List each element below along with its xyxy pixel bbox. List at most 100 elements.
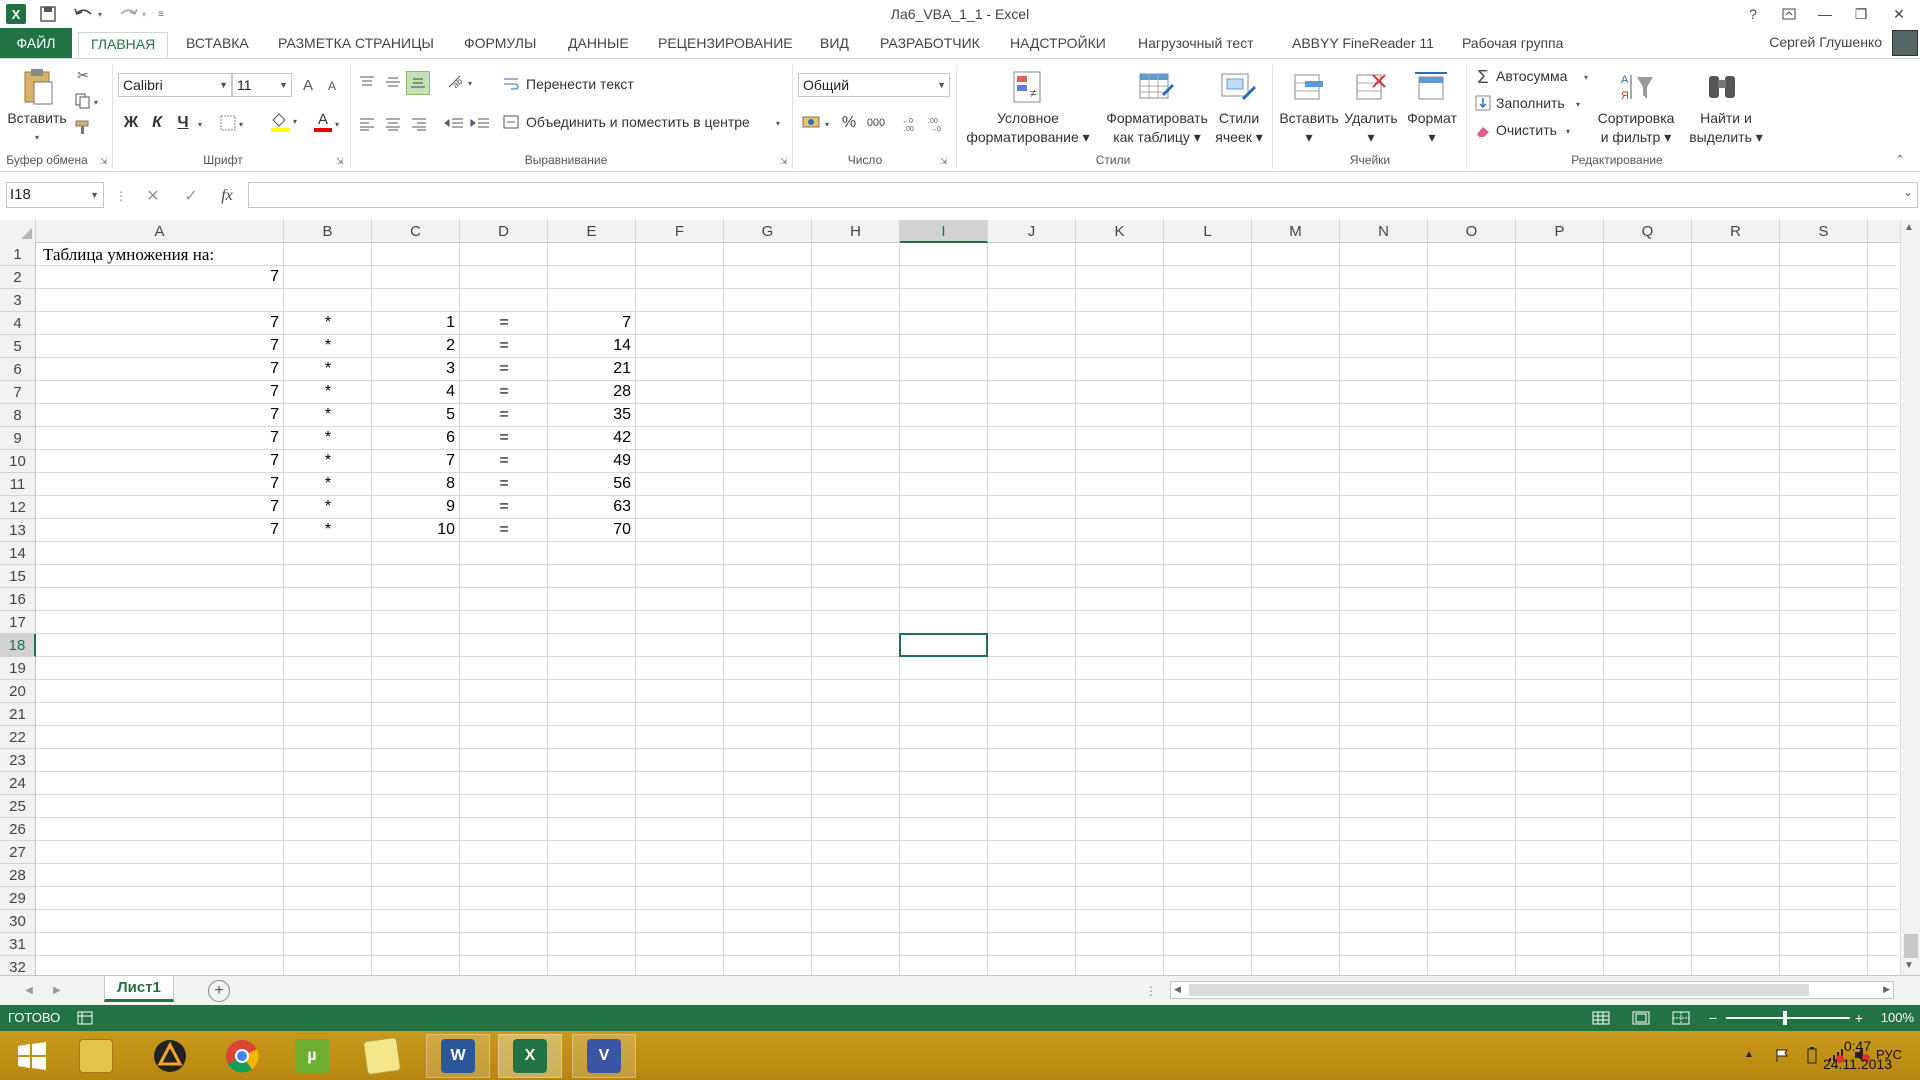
cell-d6[interactable]: = — [460, 360, 548, 378]
row-header-14[interactable]: 14 — [0, 542, 36, 565]
cell-b13[interactable]: * — [284, 521, 372, 539]
wrap-text-button[interactable]: Перенести текст — [526, 76, 634, 92]
active-cell-selection[interactable] — [899, 633, 988, 657]
clear-dropdown-icon[interactable]: ▾ — [1562, 123, 1574, 139]
row-header-13[interactable]: 13 — [0, 519, 36, 542]
alignment-launcher-icon[interactable]: ⇲ — [780, 156, 788, 167]
autosum-icon[interactable]: Σ — [1474, 67, 1492, 87]
cell-area[interactable]: Таблица умножения на: 7 7 * 1 = 7 7 * 2 = 14 7 * 3 = 21… — [36, 243, 1898, 975]
paste-icon[interactable] — [18, 65, 58, 107]
paste-button[interactable]: Вставить — [4, 109, 70, 128]
column-header-e[interactable]: E — [548, 220, 636, 243]
cell-d8[interactable]: = — [460, 406, 548, 424]
cell-c5[interactable]: 2 — [372, 337, 458, 355]
underline-dropdown-icon[interactable]: ▾ — [194, 115, 206, 133]
underline-button[interactable]: Ч — [172, 111, 194, 135]
font-color-dropdown-icon[interactable]: ▾ — [332, 115, 342, 133]
column-header-r[interactable]: R — [1692, 220, 1780, 243]
cell-b8[interactable]: * — [284, 406, 372, 424]
clear-icon[interactable] — [1474, 121, 1492, 141]
cell-d5[interactable]: = — [460, 337, 548, 355]
row-header-2[interactable]: 2 — [0, 266, 36, 289]
tab-page-layout[interactable]: РАЗМЕТКА СТРАНИЦЫ — [276, 32, 436, 58]
start-button[interactable] — [0, 1034, 64, 1078]
cell-a10[interactable]: 7 — [36, 452, 282, 470]
decrease-decimal-icon[interactable]: ,00 →0 — [926, 111, 950, 135]
italic-button[interactable]: К — [146, 111, 168, 135]
column-header-p[interactable]: P — [1516, 220, 1604, 243]
name-box[interactable]: I18 ▼ — [6, 182, 104, 208]
next-sheet-icon[interactable]: ▶ — [50, 982, 64, 998]
tab-developer[interactable]: РАЗРАБОТЧИК — [878, 32, 982, 58]
fill-button[interactable]: Заполнить — [1496, 95, 1565, 111]
increase-decimal-icon[interactable]: ←0,00 — [900, 111, 924, 135]
conditional-formatting-icon[interactable]: ≠ — [1010, 67, 1046, 107]
scroll-up-icon[interactable]: ▲ — [1904, 222, 1914, 233]
find-select-icon[interactable] — [1702, 67, 1742, 107]
tab-review[interactable]: РЕЦЕНЗИРОВАНИЕ — [656, 32, 795, 58]
column-header-b[interactable]: B — [284, 220, 372, 243]
add-sheet-button[interactable]: + — [208, 980, 230, 1002]
tab-view[interactable]: ВИД — [818, 32, 851, 58]
cell-e6[interactable]: 21 — [548, 360, 634, 378]
row-header-19[interactable]: 19 — [0, 657, 36, 680]
align-middle-icon[interactable] — [382, 71, 404, 93]
cell-a2[interactable]: 7 — [36, 268, 282, 286]
align-right-icon[interactable] — [408, 113, 430, 135]
cell-c12[interactable]: 9 — [372, 498, 458, 516]
column-header-a[interactable]: A — [36, 220, 284, 243]
accounting-format-icon[interactable]: ▾ — [800, 111, 836, 135]
cell-c8[interactable]: 5 — [372, 406, 458, 424]
row-header-10[interactable]: 10 — [0, 450, 36, 473]
help-button[interactable]: ? — [1736, 0, 1770, 28]
cell-a11[interactable]: 7 — [36, 475, 282, 493]
cell-d11[interactable]: = — [460, 475, 548, 493]
cut-icon[interactable]: ✂ — [72, 65, 94, 85]
user-name[interactable]: Сергей Глушенко — [1769, 34, 1882, 50]
row-header-21[interactable]: 21 — [0, 703, 36, 726]
scroll-left-icon[interactable]: ◀ — [1174, 984, 1181, 995]
insert-function-icon[interactable]: fx — [214, 184, 240, 208]
minimize-button[interactable]: — — [1808, 0, 1842, 28]
format-as-table-button[interactable]: Форматировать как таблицу ▾ — [1094, 109, 1220, 147]
tab-data[interactable]: ДАННЫЕ — [566, 32, 631, 58]
cell-d7[interactable]: = — [460, 383, 548, 401]
increase-indent-icon[interactable] — [468, 113, 492, 135]
autosum-dropdown-icon[interactable]: ▾ — [1580, 69, 1592, 85]
column-header-i[interactable]: I — [900, 220, 988, 243]
format-cells-icon[interactable] — [1412, 67, 1450, 107]
cell-d4[interactable]: = — [460, 314, 548, 332]
sort-filter-icon[interactable]: АЯ — [1616, 67, 1658, 107]
zoom-in-icon[interactable]: + — [1852, 1008, 1866, 1028]
tab-abbyy[interactable]: ABBYY FineReader 11 — [1290, 32, 1436, 58]
cell-b10[interactable]: * — [284, 452, 372, 470]
taskbar-visio[interactable]: V — [572, 1034, 636, 1078]
fill-dropdown-icon[interactable]: ▾ — [1572, 96, 1584, 112]
tab-split-handle-icon[interactable]: ⋮ — [1144, 982, 1158, 1000]
orientation-icon[interactable]: ab ▾ — [444, 71, 478, 93]
row-header-1[interactable]: 1 — [0, 243, 36, 266]
zoom-out-icon[interactable]: − — [1706, 1008, 1720, 1028]
row-header-18[interactable]: 18 — [0, 634, 36, 657]
borders-icon[interactable]: ▾ — [218, 111, 248, 135]
scroll-right-icon[interactable]: ▶ — [1883, 984, 1890, 995]
insert-cells-icon[interactable] — [1290, 67, 1328, 107]
select-all-corner[interactable] — [0, 220, 36, 243]
column-header-j[interactable]: J — [988, 220, 1076, 243]
horizontal-scrollbar[interactable]: ◀ ▶ — [1170, 981, 1894, 999]
tab-insert[interactable]: ВСТАВКА — [184, 32, 251, 58]
font-name-select[interactable]: Calibri ▼ — [118, 73, 232, 97]
delete-cells-icon[interactable] — [1352, 67, 1390, 107]
tab-formulas[interactable]: ФОРМУЛЫ — [462, 32, 538, 58]
row-header-22[interactable]: 22 — [0, 726, 36, 749]
cell-b5[interactable]: * — [284, 337, 372, 355]
normal-view-icon[interactable] — [1590, 1008, 1612, 1028]
cell-b4[interactable]: * — [284, 314, 372, 332]
cell-b6[interactable]: * — [284, 360, 372, 378]
row-header-32[interactable]: 32 — [0, 956, 36, 975]
delete-cells-button[interactable]: Удалить ▾ — [1340, 109, 1402, 147]
prev-sheet-icon[interactable]: ◀ — [22, 982, 36, 998]
column-header-d[interactable]: D — [460, 220, 548, 243]
column-header-l[interactable]: L — [1164, 220, 1252, 243]
clear-button[interactable]: Очистить — [1496, 122, 1557, 138]
